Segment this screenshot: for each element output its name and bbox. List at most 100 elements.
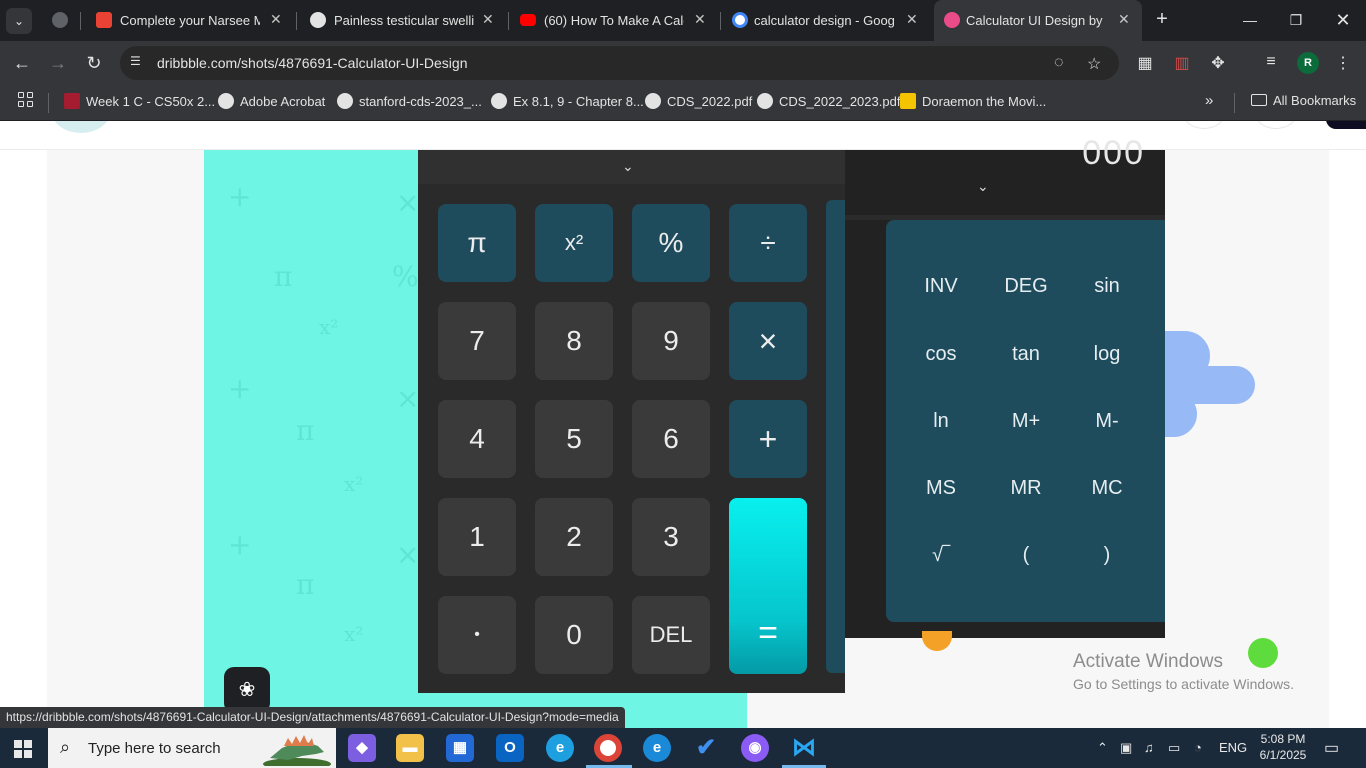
key-plus[interactable]: +	[729, 400, 807, 478]
key-rparen[interactable]: )	[1072, 544, 1142, 567]
copilot-app-icon[interactable]: ◆	[348, 734, 376, 762]
notifications-icon[interactable]: ▭	[1324, 738, 1339, 758]
key-3[interactable]: 3	[632, 498, 710, 576]
translate-extension-icon[interactable]: ▦	[1134, 53, 1156, 75]
url-text[interactable]: dribbble.com/shots/4876691-Calculator-UI…	[157, 55, 468, 71]
extensions-icon[interactable]: ✥	[1207, 53, 1229, 75]
media-control-icon[interactable]: ≡	[1260, 53, 1282, 75]
avatar[interactable]	[52, 121, 110, 133]
key-5[interactable]: 5	[535, 400, 613, 478]
key-deg[interactable]: DEG	[991, 275, 1061, 298]
key-log[interactable]: log	[1072, 343, 1142, 366]
forward-icon[interactable]: →	[46, 51, 70, 75]
edge-icon[interactable]: e	[643, 734, 671, 762]
key-multiply[interactable]: ×	[729, 302, 807, 380]
chrome-icon[interactable]	[594, 734, 622, 762]
bookmark-item[interactable]: CDS_2022.pdf	[645, 93, 752, 113]
key-ln[interactable]: ln	[906, 410, 976, 433]
tray-security-icon[interactable]: ▣	[1120, 740, 1132, 756]
key-square[interactable]: x²	[535, 204, 613, 282]
key-lparen[interactable]: (	[991, 544, 1061, 567]
bookmark-item[interactable]: CDS_2022_2023.pdf	[757, 93, 900, 113]
key-mplus[interactable]: M+	[991, 410, 1061, 433]
save-button[interactable]	[1256, 121, 1296, 129]
key-4[interactable]: 4	[438, 400, 516, 478]
close-tab-icon[interactable]: ✕	[906, 11, 918, 28]
tab-pinned[interactable]	[44, 0, 68, 41]
bookmark-item[interactable]: Doraemon the Movi...	[900, 93, 1046, 113]
key-sqrt[interactable]: √‾	[906, 544, 976, 567]
reload-icon[interactable]: ↻	[82, 51, 106, 75]
clock[interactable]: 5:08 PM 6/1/2025	[1255, 731, 1311, 763]
close-tab-icon[interactable]: ✕	[270, 11, 282, 28]
windows-start-icon[interactable]	[14, 740, 32, 758]
key-tan[interactable]: tan	[991, 343, 1061, 366]
bookmark-item[interactable]: Ex 8.1, 9 - Chapter 8...	[491, 93, 644, 113]
eye-off-icon[interactable]: ◌	[1054, 54, 1064, 72]
bookmark-item[interactable]: Week 1 C - CS50x 2...	[64, 93, 215, 113]
game-app-icon[interactable]: ◉	[741, 734, 769, 762]
key-sin[interactable]: sin	[1072, 275, 1142, 298]
tab-google[interactable]: calculator design - Google ✕	[720, 0, 930, 41]
todo-check-icon[interactable]: ✔	[692, 734, 720, 762]
menu-kebab-icon[interactable]: ⋮	[1332, 53, 1354, 75]
key-mc[interactable]: MC	[1072, 477, 1142, 500]
apps-grid-icon[interactable]	[18, 92, 34, 108]
key-pi[interactable]: π	[438, 204, 516, 282]
key-dot[interactable]: •	[438, 596, 516, 674]
key-del[interactable]: DEL	[632, 596, 710, 674]
key-0[interactable]: 0	[535, 596, 613, 674]
tab-youtube[interactable]: (60) How To Make A Calcul ✕	[508, 0, 718, 41]
chevron-down-icon[interactable]: ⌄	[622, 158, 634, 175]
vscode-icon[interactable]: ⋈	[790, 734, 818, 762]
key-mminus[interactable]: M-	[1072, 410, 1142, 433]
all-bookmarks-button[interactable]: All Bookmarks	[1251, 93, 1356, 113]
key-divide[interactable]: ÷	[729, 204, 807, 282]
key-inv[interactable]: INV	[906, 275, 976, 298]
tab-search-button[interactable]: ⌄	[6, 8, 32, 34]
key-1[interactable]: 1	[438, 498, 516, 576]
key-9[interactable]: 9	[632, 302, 710, 380]
tab-chatgpt[interactable]: Painless testicular swelling ✕	[298, 0, 508, 41]
chevron-down-icon[interactable]: ⌄	[977, 178, 989, 195]
key-cos[interactable]: cos	[906, 343, 976, 366]
key-equals[interactable]: =	[729, 498, 807, 674]
language-indicator[interactable]: ENG	[1219, 740, 1247, 755]
tab-gmail[interactable]: Complete your Narsee Mo ✕	[84, 0, 294, 41]
outlook-icon[interactable]: O	[496, 734, 524, 762]
new-tab-button[interactable]: +	[1150, 8, 1174, 32]
tray-battery-icon[interactable]: ▭	[1168, 740, 1180, 756]
back-icon[interactable]: ←	[10, 51, 34, 75]
key-8[interactable]: 8	[535, 302, 613, 380]
internet-explorer-icon[interactable]: e	[546, 734, 574, 762]
key-2[interactable]: 2	[535, 498, 613, 576]
minimize-button[interactable]: —	[1238, 8, 1262, 32]
file-explorer-icon[interactable]: ▬	[396, 734, 424, 762]
site-info-icon[interactable]: ☰	[130, 54, 148, 72]
tray-chevron-up-icon[interactable]: ⌃	[1097, 740, 1108, 756]
key-7[interactable]: 7	[438, 302, 516, 380]
close-window-button[interactable]: ✕	[1331, 8, 1355, 32]
tab-dribbble[interactable]: Calculator UI Design by Ra ✕	[934, 0, 1142, 41]
close-tab-icon[interactable]: ✕	[482, 11, 494, 28]
audio-extension-icon[interactable]: ▥	[1171, 53, 1193, 75]
like-button[interactable]	[1184, 121, 1224, 129]
get-in-touch-button[interactable]	[1326, 121, 1366, 129]
bookmark-item[interactable]: stanford-cds-2023_...	[337, 93, 482, 113]
more-bookmarks-chevron-icon[interactable]: »	[1205, 93, 1213, 113]
bookmark-item[interactable]: Adobe Acrobat	[218, 93, 325, 113]
key-mr[interactable]: MR	[991, 477, 1061, 500]
restore-button[interactable]: ❐	[1284, 8, 1308, 32]
microsoft-store-icon[interactable]: ▦	[446, 734, 474, 762]
profile-avatar[interactable]: R	[1297, 52, 1319, 74]
bookmark-star-icon[interactable]: ☆	[1087, 54, 1101, 74]
close-tab-icon[interactable]: ✕	[1118, 11, 1130, 28]
address-bar[interactable]: ☰ dribbble.com/shots/4876691-Calculator-…	[120, 46, 1119, 80]
tray-wifi-icon[interactable]: ◔	[1194, 740, 1202, 755]
key-ms[interactable]: MS	[906, 477, 976, 500]
taskbar-search-box[interactable]: ⌕ Type here to search	[48, 728, 336, 768]
key-percent[interactable]: %	[632, 204, 710, 282]
key-6[interactable]: 6	[632, 400, 710, 478]
tray-volume-icon[interactable]: ♫	[1144, 740, 1154, 755]
close-tab-icon[interactable]: ✕	[694, 11, 706, 28]
